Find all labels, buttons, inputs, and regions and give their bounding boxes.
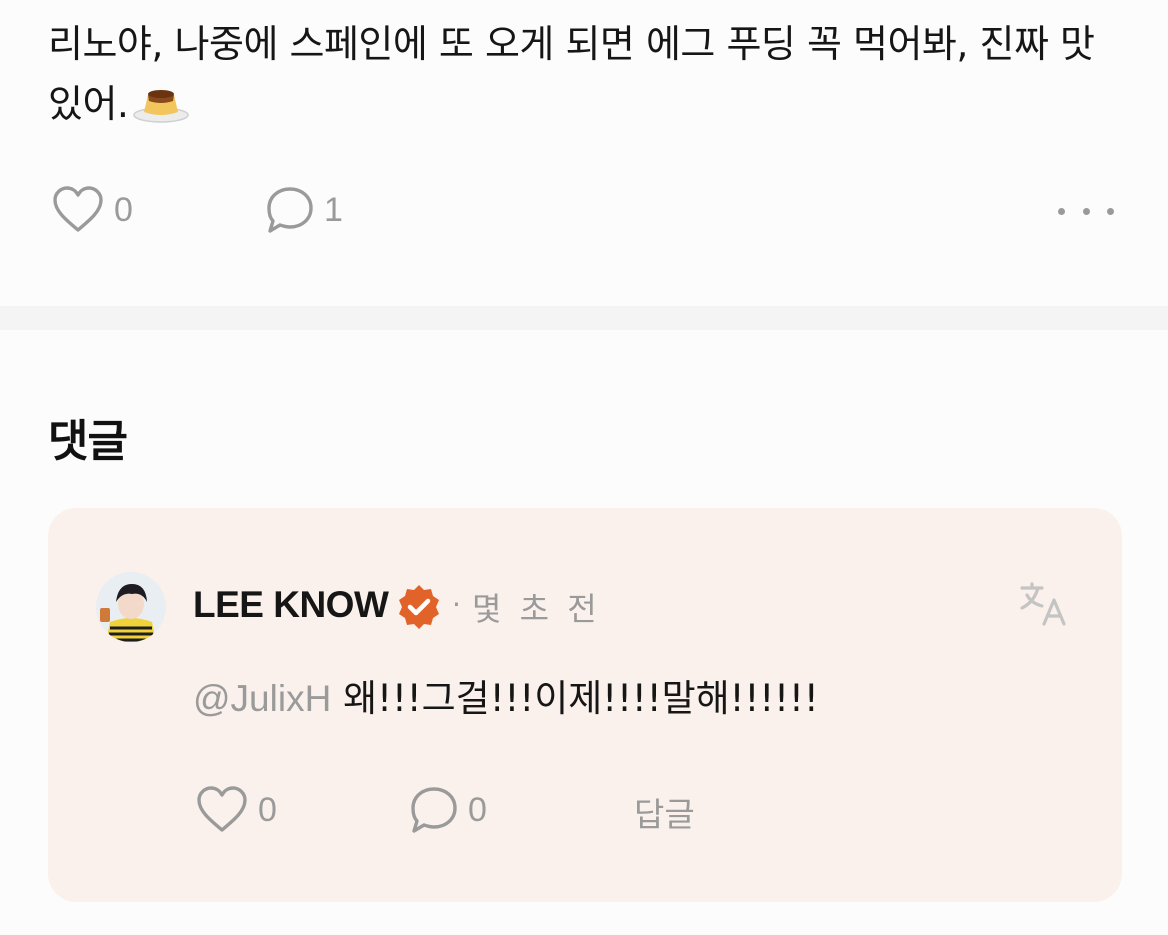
verified-badge-icon <box>395 583 443 635</box>
heart-icon <box>197 786 247 832</box>
comment-timestamp: 몇 초 전 <box>472 590 601 628</box>
comment-card: LEE KNOW · 몇 초 전 @JulixH 왜!!!그걸!!!이제!!!!… <box>48 508 1122 902</box>
speech-bubble-icon <box>267 187 313 233</box>
comment-like-button[interactable]: 0 <box>196 786 277 834</box>
meta-separator: · <box>452 588 461 621</box>
comment-reply-count: 0 <box>468 790 487 829</box>
comment-body: @JulixH 왜!!!그걸!!!이제!!!!말해!!!!!! <box>193 668 819 722</box>
post-text: 리노야, 나중에 스페인에 또 오게 되면 에그 푸딩 꼭 먹어봐, 진짜 맛있… <box>48 14 1128 140</box>
post-comment-button[interactable]: 1 <box>266 186 343 234</box>
translate-icon[interactable] <box>1018 578 1070 634</box>
custard-pudding-icon <box>132 80 189 140</box>
comment-author-name[interactable]: LEE KNOW <box>193 584 389 626</box>
post-like-button[interactable]: 0 <box>52 186 133 234</box>
mention-link[interactable]: @JulixH <box>193 678 331 719</box>
post-text-content: 리노야, 나중에 스페인에 또 오게 되면 에그 푸딩 꼭 먹어봐, 진짜 맛있… <box>48 22 1095 126</box>
speech-bubble-icon <box>411 787 457 833</box>
more-dot <box>1082 207 1090 215</box>
reply-button[interactable]: 답글 <box>634 788 695 836</box>
section-divider <box>0 306 1168 330</box>
comment-text: 왜!!!그걸!!!이제!!!!말해!!!!!! <box>331 677 819 720</box>
comment-like-count: 0 <box>258 790 277 829</box>
heart-icon <box>53 186 103 232</box>
more-options-button[interactable] <box>1058 196 1114 226</box>
comment-reply-count-button[interactable]: 0 <box>410 786 487 834</box>
post-comment-count: 1 <box>324 190 343 229</box>
post-like-count: 0 <box>114 190 133 229</box>
more-dot <box>1058 207 1065 215</box>
more-dot <box>1107 207 1114 215</box>
comments-section-title: 댓글 <box>48 416 128 467</box>
avatar[interactable] <box>96 572 166 642</box>
